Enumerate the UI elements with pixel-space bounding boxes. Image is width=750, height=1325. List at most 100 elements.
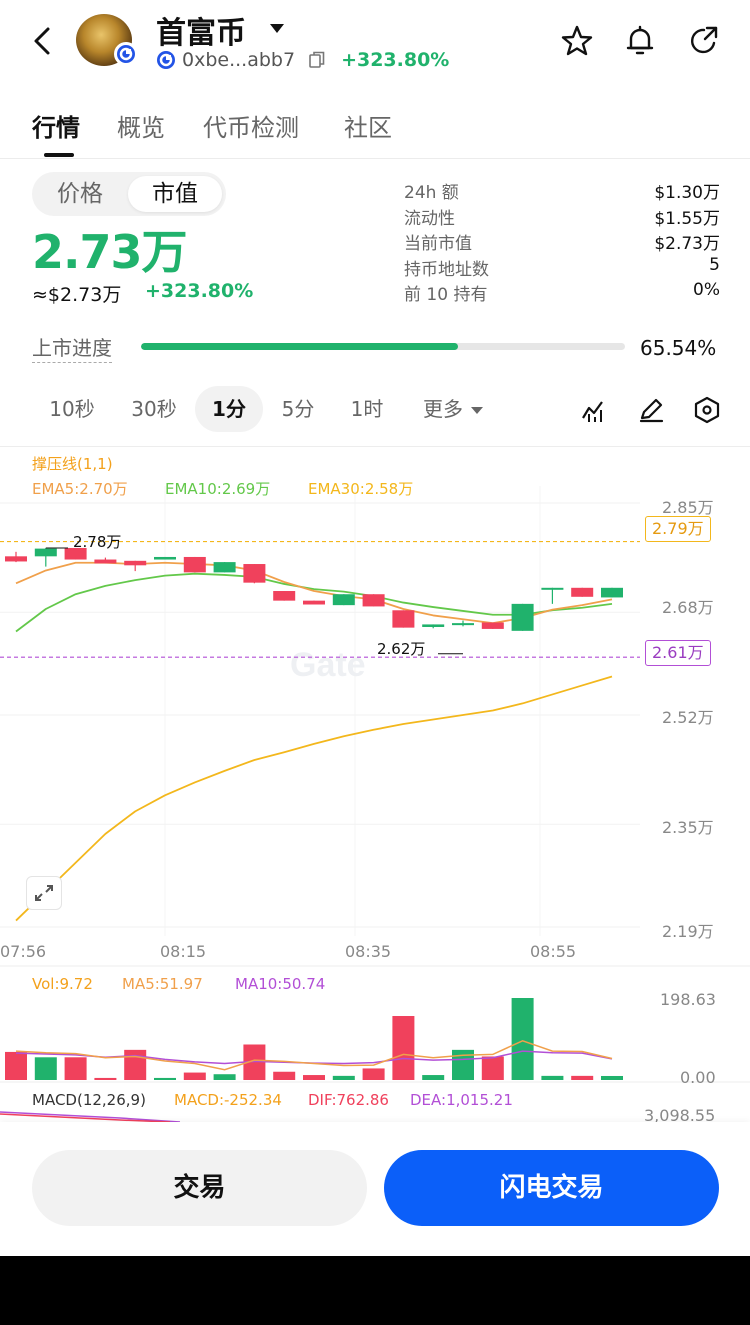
system-navigation-bar: [0, 1256, 750, 1325]
candle-body: [273, 591, 296, 601]
copy-icon[interactable]: [309, 51, 325, 69]
y-tick: 2.19万: [662, 922, 714, 941]
stat-label: 当前市值: [404, 234, 472, 254]
interval-30s[interactable]: 30秒: [120, 386, 188, 432]
candle-body: [154, 556, 176, 560]
volume-bar: [124, 1049, 147, 1080]
ema30-line: [15, 675, 613, 922]
tab-overview[interactable]: 概览: [117, 108, 165, 143]
interval-1h[interactable]: 1时: [333, 386, 401, 432]
active-tab-indicator: [44, 153, 74, 157]
volume-bar: [332, 1075, 355, 1080]
back-arrow-icon[interactable]: [28, 24, 58, 58]
high-price-marker: 2.78万: [73, 533, 122, 551]
low-price-marker: 2.62万: [377, 640, 426, 658]
stat-label: 流动性: [404, 208, 455, 229]
candle-body: [362, 594, 385, 607]
candle-body: [94, 559, 117, 564]
bottom-action-bar: 交易 闪电交易: [0, 1122, 750, 1256]
interval-more[interactable]: 更多: [408, 386, 498, 432]
contract-address: 0xbe...abb7: [182, 49, 296, 71]
volume-ma5-label: MA5:51.97: [122, 975, 203, 993]
interval-more-label: 更多: [423, 397, 463, 421]
stat-value: $2.73万: [654, 234, 720, 254]
volume-label: Vol:9.72: [32, 975, 93, 993]
tab-token-check[interactable]: 代币检测: [203, 108, 299, 143]
candle-body: [213, 562, 236, 573]
listing-progress-bar: [141, 343, 625, 350]
expand-chart-button[interactable]: [26, 876, 62, 910]
ema5-label: EMA5:2.70万: [32, 480, 128, 498]
volume-bar: [154, 1077, 176, 1080]
gate-chain-icon: [157, 51, 175, 69]
title-dropdown-icon[interactable]: [270, 24, 284, 33]
share-icon[interactable]: [687, 24, 721, 58]
interval-5m[interactable]: 5分: [264, 386, 332, 432]
gate-badge-icon: [114, 42, 138, 66]
stat-label: 24h 额: [404, 183, 459, 203]
dea-value: DEA:1,015.21: [410, 1091, 513, 1109]
trade-button[interactable]: 交易: [32, 1150, 367, 1226]
dif-value: DIF:762.86: [308, 1091, 389, 1109]
listing-progress-fill: [141, 343, 459, 350]
resistance-price-tag: 2.79万: [645, 516, 711, 542]
tabs-divider: [0, 158, 750, 159]
ema30-label: EMA30:2.58万: [308, 480, 414, 498]
dea-line: [0, 1111, 181, 1122]
price-mcap-toggle: 价格 市值: [32, 172, 226, 216]
volume-bar: [64, 1057, 87, 1080]
y-tick: 2.35万: [662, 818, 714, 837]
token-title[interactable]: 首富币: [156, 8, 246, 52]
main-tabs: 行情 概览 代币检测 社区: [0, 96, 750, 158]
token-stats: 24h 额 $1.30万 流动性 $1.55万 当前市值 $2.73万 持币地址数 5 …: [404, 178, 720, 306]
volume-bar: [34, 1057, 57, 1080]
x-tick: 07:56: [0, 942, 47, 961]
y-tick: 2.68万: [662, 598, 714, 617]
interval-1m[interactable]: 1分: [195, 386, 263, 432]
x-tick: 08:55: [530, 942, 577, 961]
tab-market[interactable]: 行情: [32, 108, 80, 143]
indicator-icon[interactable]: [580, 396, 608, 424]
stat-row: 24h 额 $1.30万: [404, 178, 720, 204]
candle-body: [303, 600, 325, 605]
stat-value: 5: [709, 254, 720, 275]
candle-body: [511, 603, 534, 631]
candle-body: [601, 587, 623, 598]
gate-watermark: Gate: [290, 646, 366, 684]
support-resistance-label: 撑压线(1,1): [32, 455, 113, 473]
candle-body: [124, 560, 147, 566]
tab-community[interactable]: 社区: [344, 108, 392, 143]
support-price-tag: 2.61万: [645, 640, 711, 666]
price-change: +323.80%: [145, 280, 254, 302]
bell-icon[interactable]: [623, 24, 657, 58]
volume-ma10-label: MA10:50.74: [235, 975, 326, 993]
candle-body: [332, 594, 355, 606]
y-tick: 2.85万: [662, 498, 714, 517]
x-tick: 08:35: [345, 942, 392, 961]
candle-body: [243, 564, 266, 583]
candle-body: [571, 587, 594, 597]
candle-body: [422, 624, 445, 627]
usd-value: ≈$2.73万: [32, 284, 122, 306]
volume-bar: [5, 1051, 27, 1080]
current-value: 2.73万: [32, 225, 187, 279]
flash-trade-button[interactable]: 闪电交易: [384, 1150, 719, 1226]
candle-body: [541, 587, 564, 590]
stat-row: 当前市值 $2.73万: [404, 229, 720, 255]
volume-bar: [183, 1072, 206, 1080]
favorite-star-icon[interactable]: [560, 24, 594, 58]
volume-bar: [273, 1071, 296, 1080]
macd-title: MACD(12,26,9): [32, 1091, 146, 1109]
chart-settings-icon[interactable]: [693, 396, 721, 424]
draw-pencil-icon[interactable]: [637, 396, 665, 424]
ema10-label: EMA10:2.69万: [165, 480, 271, 498]
header-change: +323.80%: [341, 49, 450, 71]
listing-progress-label[interactable]: 上市进度: [32, 332, 112, 363]
candle-body: [34, 548, 57, 557]
address-row: 0xbe...abb7 +323.80%: [156, 48, 449, 72]
toggle-market-cap[interactable]: 市值: [128, 176, 222, 212]
stat-row: 流动性 $1.55万: [404, 204, 720, 230]
volume-bar: [303, 1075, 325, 1080]
toggle-price[interactable]: 价格: [38, 176, 122, 212]
interval-10s[interactable]: 10秒: [38, 386, 106, 432]
